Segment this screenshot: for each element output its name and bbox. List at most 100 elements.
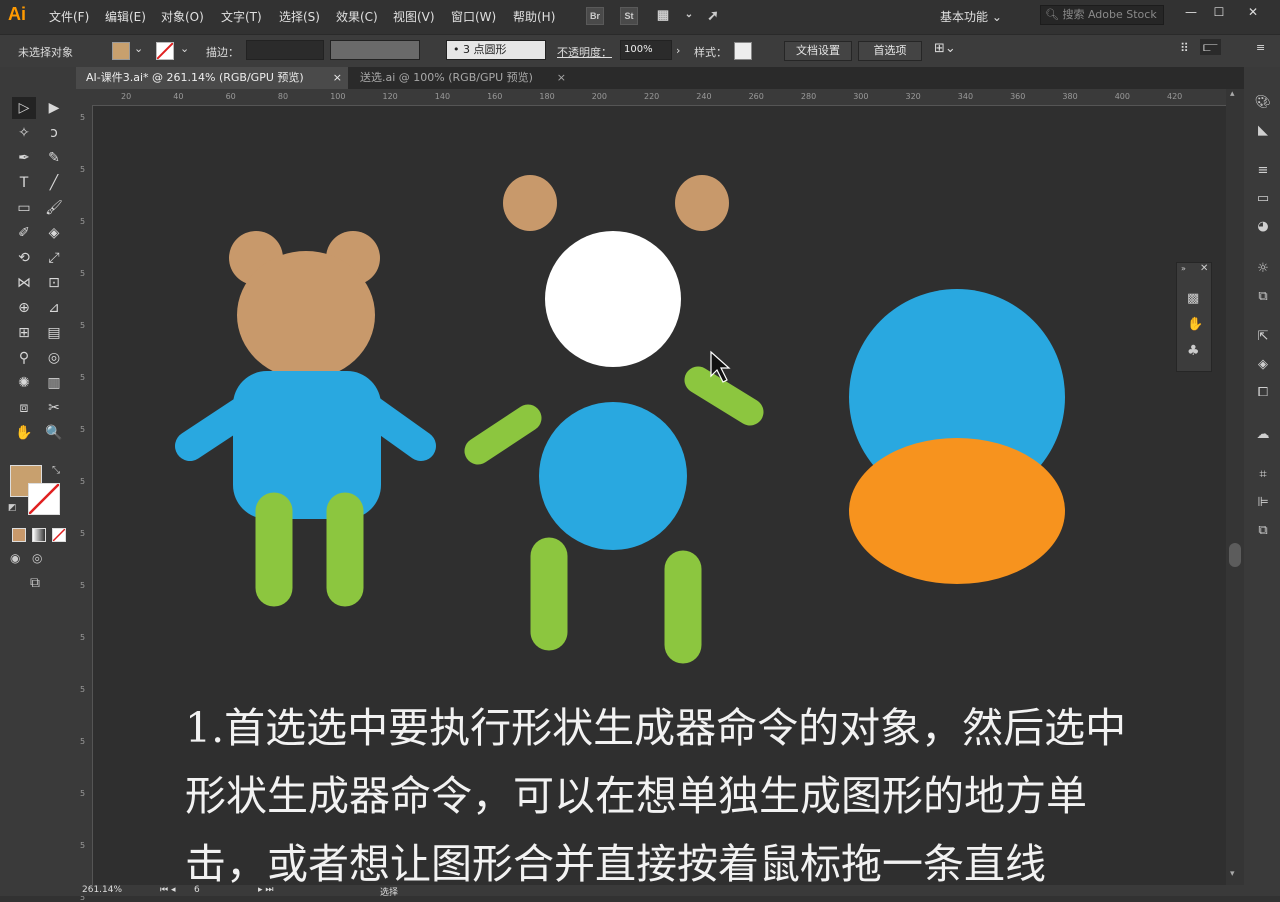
brush-icon[interactable]: ✋ [1187, 317, 1203, 332]
width-tool[interactable]: ⋈ [12, 272, 36, 294]
vertical-scrollbar[interactable]: ▴ ▾ [1226, 89, 1244, 885]
libraries-icon[interactable]: ☁ [1254, 427, 1272, 443]
first-page-icon[interactable]: ⏮ ◂ [160, 885, 175, 895]
perspective-grid-tool[interactable]: ⊿ [42, 297, 66, 319]
pen-tool[interactable]: ✒ [12, 147, 36, 169]
draw-behind-icon[interactable]: ◎ [32, 551, 42, 565]
grid-icon[interactable]: ⠿ [1180, 41, 1189, 55]
chevron-down-icon[interactable]: ⌄ [180, 42, 189, 55]
blend-tool[interactable]: ◎ [42, 347, 66, 369]
close-icon[interactable]: × [557, 67, 566, 89]
color-mode-button[interactable] [12, 528, 26, 542]
default-colors-icon[interactable]: ◩ [8, 503, 17, 513]
opacity-label[interactable]: 不透明度： [557, 44, 612, 60]
page-number[interactable]: 6 [194, 885, 200, 895]
vertical-ruler[interactable]: 5555555555555555 [76, 105, 93, 902]
chevron-down-icon[interactable]: ⌄ [680, 7, 698, 25]
gradient-tool[interactable]: ▤ [42, 322, 66, 344]
opacity-field[interactable]: 100% [620, 40, 672, 60]
rotate-tool[interactable]: ⟲ [12, 247, 36, 269]
preferences-button[interactable]: 首选项 [858, 41, 922, 61]
shape-builder-tool[interactable]: ⊕ [12, 297, 36, 319]
bridge-icon[interactable]: Br [586, 7, 604, 25]
export-icon[interactable]: ⇱ [1254, 329, 1272, 345]
artboard-canvas[interactable]: 1.首选选中要执行形状生成器命令的对象，然后选中 形状生成器命令，可以在想单独生… [93, 106, 1226, 886]
menu-effect[interactable]: 效果(C) [336, 8, 378, 25]
rectangle-tool[interactable]: ▭ [12, 197, 36, 219]
close-icon[interactable]: × [333, 67, 342, 89]
zoom-tool[interactable]: 🔍 [42, 422, 66, 444]
eyedropper-tool[interactable]: ⚲ [12, 347, 36, 369]
draw-normal-icon[interactable]: ◉ [10, 551, 20, 565]
lasso-tool[interactable]: ↄ [42, 122, 66, 144]
menu-window[interactable]: 窗口(W) [451, 8, 496, 25]
scroll-down-icon[interactable]: ▾ [1230, 869, 1235, 879]
chevron-down-icon[interactable]: ⌄ [134, 42, 143, 55]
column-graph-tool[interactable]: ▥ [42, 372, 66, 394]
tab-document-1[interactable]: AI-课件3.ai* @ 261.14% (RGB/GPU 预览) × [76, 67, 348, 89]
fill-swatch[interactable] [112, 42, 130, 60]
expand-icon[interactable]: » [1181, 264, 1186, 273]
club-icon[interactable]: ♣ [1187, 343, 1200, 359]
curvature-tool[interactable]: ✎ [42, 147, 66, 169]
graphic-style-swatch[interactable] [734, 42, 752, 60]
type-tool[interactable]: T [12, 172, 36, 194]
appearance-panel-icon[interactable]: ☼ [1254, 261, 1272, 277]
gradient-panel-icon[interactable]: ▭ [1254, 191, 1272, 207]
transparency-panel-icon[interactable]: ◕ [1254, 219, 1272, 235]
checker-icon[interactable]: ▩ [1187, 291, 1199, 306]
magic-wand-tool[interactable]: ✧ [12, 122, 36, 144]
symbol-sprayer-tool[interactable]: ✺ [12, 372, 36, 394]
artboard-tool[interactable]: ⧈ [12, 397, 36, 419]
free-transform-tool[interactable]: ⊡ [42, 272, 66, 294]
stroke-color-box[interactable] [28, 483, 60, 515]
stock-icon[interactable]: St [620, 7, 638, 25]
brush-definition-select[interactable]: • 3 点圆形 [446, 40, 546, 60]
hand-tool[interactable]: ✋ [12, 422, 36, 444]
eraser-tool[interactable]: ◈ [42, 222, 66, 244]
screen-mode-icon[interactable]: ⧉ [30, 575, 40, 591]
graphic-styles-icon[interactable]: ⧉ [1254, 289, 1272, 305]
menu-type[interactable]: 文字(T) [221, 8, 262, 25]
minimize-button[interactable]: — [1178, 2, 1204, 22]
stock-search-input[interactable]: 🔍︎ 搜索 Adobe Stock [1040, 5, 1164, 25]
color-panel-icon[interactable]: 🎨︎ [1254, 95, 1272, 111]
chevron-right-icon[interactable]: › [676, 44, 680, 57]
zoom-level[interactable]: 261.14% [82, 885, 122, 895]
maximize-button[interactable]: ☐ [1206, 2, 1232, 22]
menu-object[interactable]: 对象(O) [161, 8, 204, 25]
none-mode-button[interactable] [52, 528, 66, 542]
swap-colors-icon[interactable]: ⤡ [52, 465, 60, 476]
menu-file[interactable]: 文件(F) [49, 8, 89, 25]
scroll-up-icon[interactable]: ▴ [1230, 89, 1235, 99]
horizontal-ruler[interactable]: 20 40 60 80 100 120 140 160 180 200 220 240 260 280 30… [76, 89, 1226, 106]
hamburger-menu-icon[interactable]: ≡ [1256, 41, 1265, 54]
document-setup-button[interactable]: 文档设置 [784, 41, 852, 61]
stroke-weight-field[interactable] [246, 40, 324, 60]
close-icon[interactable]: ✕ [1200, 263, 1208, 274]
scroll-thumb[interactable] [1229, 543, 1241, 567]
menu-help[interactable]: 帮助(H) [513, 8, 555, 25]
layers-panel-icon[interactable]: ◈ [1254, 357, 1272, 373]
mesh-tool[interactable]: ⊞ [12, 322, 36, 344]
paintbrush-tool[interactable]: 🖌 [42, 197, 66, 219]
scale-tool[interactable]: ⤢ [42, 247, 66, 269]
color-guide-icon[interactable]: ◣ [1254, 123, 1272, 139]
line-tool[interactable]: ╱ [42, 172, 66, 194]
stroke-panel-icon[interactable]: ≡ [1254, 163, 1272, 179]
gradient-mode-button[interactable] [32, 528, 46, 542]
menu-view[interactable]: 视图(V) [393, 8, 435, 25]
selection-tool[interactable]: ▷ [12, 97, 36, 119]
gpu-performance-icon[interactable]: ➚ [704, 7, 722, 25]
align-icon[interactable]: ⊞⌄ [934, 41, 956, 56]
direct-selection-tool[interactable]: ▶ [42, 97, 66, 119]
align-panel-icon[interactable]: ⊫ [1254, 495, 1272, 511]
workspace-switcher[interactable]: 基本功能 ⌄ [940, 8, 1002, 25]
panel-menu-icon[interactable]: ⫍ [1200, 39, 1221, 55]
tab-document-2[interactable]: 送选.ai @ 100% (RGB/GPU 预览) × [350, 67, 572, 89]
shaper-tool[interactable]: ✐ [12, 222, 36, 244]
pathfinder-panel-icon[interactable]: ⧉ [1254, 523, 1272, 539]
transform-panel-icon[interactable]: ⌗ [1254, 467, 1272, 483]
variable-width-profile[interactable] [330, 40, 420, 60]
artboards-panel-icon[interactable]: ⧠ [1254, 385, 1272, 401]
